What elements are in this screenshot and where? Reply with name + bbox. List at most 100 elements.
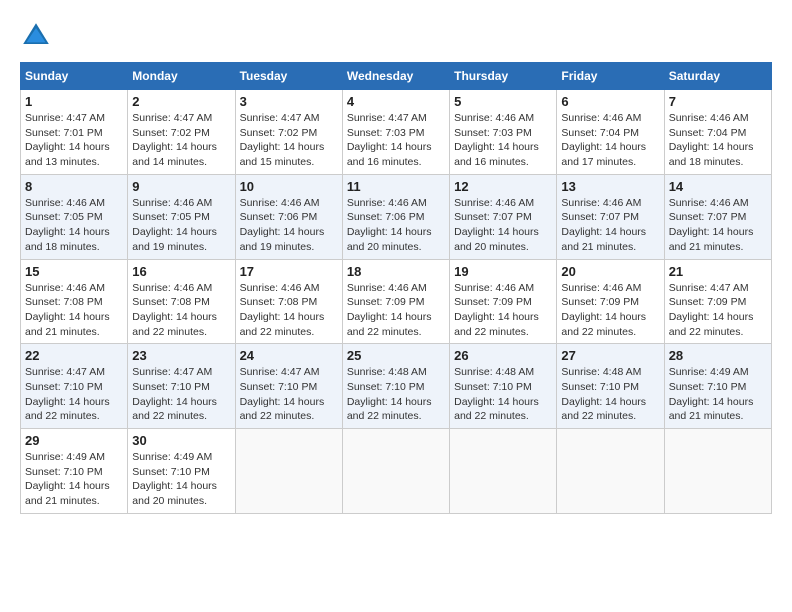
day-cell-15: 15 Sunrise: 4:46 AMSunset: 7:08 PMDayligh…	[21, 259, 128, 344]
day-number: 29	[25, 433, 123, 448]
day-cell-4: 4 Sunrise: 4:47 AMSunset: 7:03 PMDaylight…	[342, 90, 449, 175]
day-info: Sunrise: 4:49 AMSunset: 7:10 PMDaylight:…	[25, 450, 123, 509]
column-header-saturday: Saturday	[664, 63, 771, 90]
day-info: Sunrise: 4:47 AMSunset: 7:09 PMDaylight:…	[669, 281, 767, 340]
day-info: Sunrise: 4:47 AMSunset: 7:10 PMDaylight:…	[132, 365, 230, 424]
logo	[20, 20, 56, 52]
day-number: 2	[132, 94, 230, 109]
day-info: Sunrise: 4:48 AMSunset: 7:10 PMDaylight:…	[561, 365, 659, 424]
day-number: 25	[347, 348, 445, 363]
day-cell-16: 16 Sunrise: 4:46 AMSunset: 7:08 PMDayligh…	[128, 259, 235, 344]
day-info: Sunrise: 4:46 AMSunset: 7:05 PMDaylight:…	[132, 196, 230, 255]
day-info: Sunrise: 4:46 AMSunset: 7:08 PMDaylight:…	[132, 281, 230, 340]
day-cell-2: 2 Sunrise: 4:47 AMSunset: 7:02 PMDaylight…	[128, 90, 235, 175]
day-cell-25: 25 Sunrise: 4:48 AMSunset: 7:10 PMDayligh…	[342, 344, 449, 429]
day-cell-20: 20 Sunrise: 4:46 AMSunset: 7:09 PMDayligh…	[557, 259, 664, 344]
day-cell-21: 21 Sunrise: 4:47 AMSunset: 7:09 PMDayligh…	[664, 259, 771, 344]
day-info: Sunrise: 4:47 AMSunset: 7:02 PMDaylight:…	[240, 111, 338, 170]
day-cell-23: 23 Sunrise: 4:47 AMSunset: 7:10 PMDayligh…	[128, 344, 235, 429]
day-cell-10: 10 Sunrise: 4:46 AMSunset: 7:06 PMDayligh…	[235, 174, 342, 259]
day-cell-27: 27 Sunrise: 4:48 AMSunset: 7:10 PMDayligh…	[557, 344, 664, 429]
day-number: 27	[561, 348, 659, 363]
day-number: 22	[25, 348, 123, 363]
column-header-wednesday: Wednesday	[342, 63, 449, 90]
day-number: 12	[454, 179, 552, 194]
day-number: 13	[561, 179, 659, 194]
empty-cell	[557, 429, 664, 514]
day-number: 1	[25, 94, 123, 109]
day-cell-12: 12 Sunrise: 4:46 AMSunset: 7:07 PMDayligh…	[450, 174, 557, 259]
day-cell-29: 29 Sunrise: 4:49 AMSunset: 7:10 PMDayligh…	[21, 429, 128, 514]
day-number: 9	[132, 179, 230, 194]
day-number: 5	[454, 94, 552, 109]
day-cell-14: 14Sunrise: 4:46 AMSunset: 7:07 PMDayligh…	[664, 174, 771, 259]
day-cell-28: 28 Sunrise: 4:49 AMSunset: 7:10 PMDayligh…	[664, 344, 771, 429]
day-cell-6: 6 Sunrise: 4:46 AMSunset: 7:04 PMDaylight…	[557, 90, 664, 175]
day-number: 16	[132, 264, 230, 279]
day-info: Sunrise: 4:46 AMSunset: 7:07 PMDaylight:…	[454, 196, 552, 255]
day-cell-22: 22 Sunrise: 4:47 AMSunset: 7:10 PMDayligh…	[21, 344, 128, 429]
column-header-friday: Friday	[557, 63, 664, 90]
day-number: 26	[454, 348, 552, 363]
day-info: Sunrise: 4:46 AMSunset: 7:06 PMDaylight:…	[347, 196, 445, 255]
day-info: Sunrise: 4:46 AMSunset: 7:03 PMDaylight:…	[454, 111, 552, 170]
empty-cell	[450, 429, 557, 514]
calendar-table: SundayMondayTuesdayWednesdayThursdayFrid…	[20, 62, 772, 514]
day-cell-7: 7Sunrise: 4:46 AMSunset: 7:04 PMDaylight…	[664, 90, 771, 175]
day-cell-1: 1 Sunrise: 4:47 AMSunset: 7:01 PMDaylight…	[21, 90, 128, 175]
day-cell-26: 26 Sunrise: 4:48 AMSunset: 7:10 PMDayligh…	[450, 344, 557, 429]
day-cell-17: 17Sunrise: 4:46 AMSunset: 7:08 PMDayligh…	[235, 259, 342, 344]
day-info: Sunrise: 4:47 AMSunset: 7:03 PMDaylight:…	[347, 111, 445, 170]
empty-cell	[664, 429, 771, 514]
day-info: Sunrise: 4:48 AMSunset: 7:10 PMDaylight:…	[347, 365, 445, 424]
day-info: Sunrise: 4:46 AMSunset: 7:06 PMDaylight:…	[240, 196, 338, 255]
day-number: 4	[347, 94, 445, 109]
logo-icon	[20, 20, 52, 52]
day-info: Sunrise: 4:46 AMSunset: 7:08 PMDaylight:…	[25, 281, 123, 340]
column-header-monday: Monday	[128, 63, 235, 90]
day-info: Sunrise: 4:46 AMSunset: 7:09 PMDaylight:…	[454, 281, 552, 340]
day-cell-11: 11 Sunrise: 4:46 AMSunset: 7:06 PMDayligh…	[342, 174, 449, 259]
column-header-tuesday: Tuesday	[235, 63, 342, 90]
day-info: Sunrise: 4:46 AMSunset: 7:09 PMDaylight:…	[561, 281, 659, 340]
column-header-thursday: Thursday	[450, 63, 557, 90]
day-info: Sunrise: 4:46 AMSunset: 7:07 PMDaylight:…	[561, 196, 659, 255]
page-header	[20, 20, 772, 52]
day-number: 14	[669, 179, 767, 194]
day-number: 28	[669, 348, 767, 363]
day-info: Sunrise: 4:47 AMSunset: 7:10 PMDaylight:…	[240, 365, 338, 424]
day-cell-8: 8 Sunrise: 4:46 AMSunset: 7:05 PMDaylight…	[21, 174, 128, 259]
day-cell-13: 13 Sunrise: 4:46 AMSunset: 7:07 PMDayligh…	[557, 174, 664, 259]
day-number: 8	[25, 179, 123, 194]
day-number: 24	[240, 348, 338, 363]
day-cell-5: 5 Sunrise: 4:46 AMSunset: 7:03 PMDaylight…	[450, 90, 557, 175]
day-number: 19	[454, 264, 552, 279]
day-number: 11	[347, 179, 445, 194]
day-info: Sunrise: 4:47 AMSunset: 7:10 PMDaylight:…	[25, 365, 123, 424]
day-cell-30: 30 Sunrise: 4:49 AMSunset: 7:10 PMDayligh…	[128, 429, 235, 514]
day-cell-18: 18 Sunrise: 4:46 AMSunset: 7:09 PMDayligh…	[342, 259, 449, 344]
day-number: 15	[25, 264, 123, 279]
day-number: 21	[669, 264, 767, 279]
day-number: 17	[240, 264, 338, 279]
empty-cell	[235, 429, 342, 514]
day-info: Sunrise: 4:46 AMSunset: 7:09 PMDaylight:…	[347, 281, 445, 340]
day-number: 7	[669, 94, 767, 109]
day-number: 20	[561, 264, 659, 279]
day-info: Sunrise: 4:46 AMSunset: 7:05 PMDaylight:…	[25, 196, 123, 255]
day-number: 6	[561, 94, 659, 109]
day-info: Sunrise: 4:49 AMSunset: 7:10 PMDaylight:…	[669, 365, 767, 424]
day-number: 18	[347, 264, 445, 279]
day-number: 10	[240, 179, 338, 194]
column-header-sunday: Sunday	[21, 63, 128, 90]
day-info: Sunrise: 4:49 AMSunset: 7:10 PMDaylight:…	[132, 450, 230, 509]
day-cell-9: 9 Sunrise: 4:46 AMSunset: 7:05 PMDaylight…	[128, 174, 235, 259]
day-info: Sunrise: 4:46 AMSunset: 7:04 PMDaylight:…	[561, 111, 659, 170]
day-info: Sunrise: 4:47 AMSunset: 7:02 PMDaylight:…	[132, 111, 230, 170]
day-number: 30	[132, 433, 230, 448]
day-info: Sunrise: 4:47 AMSunset: 7:01 PMDaylight:…	[25, 111, 123, 170]
day-cell-24: 24 Sunrise: 4:47 AMSunset: 7:10 PMDayligh…	[235, 344, 342, 429]
day-number: 23	[132, 348, 230, 363]
day-info: Sunrise: 4:48 AMSunset: 7:10 PMDaylight:…	[454, 365, 552, 424]
empty-cell	[342, 429, 449, 514]
